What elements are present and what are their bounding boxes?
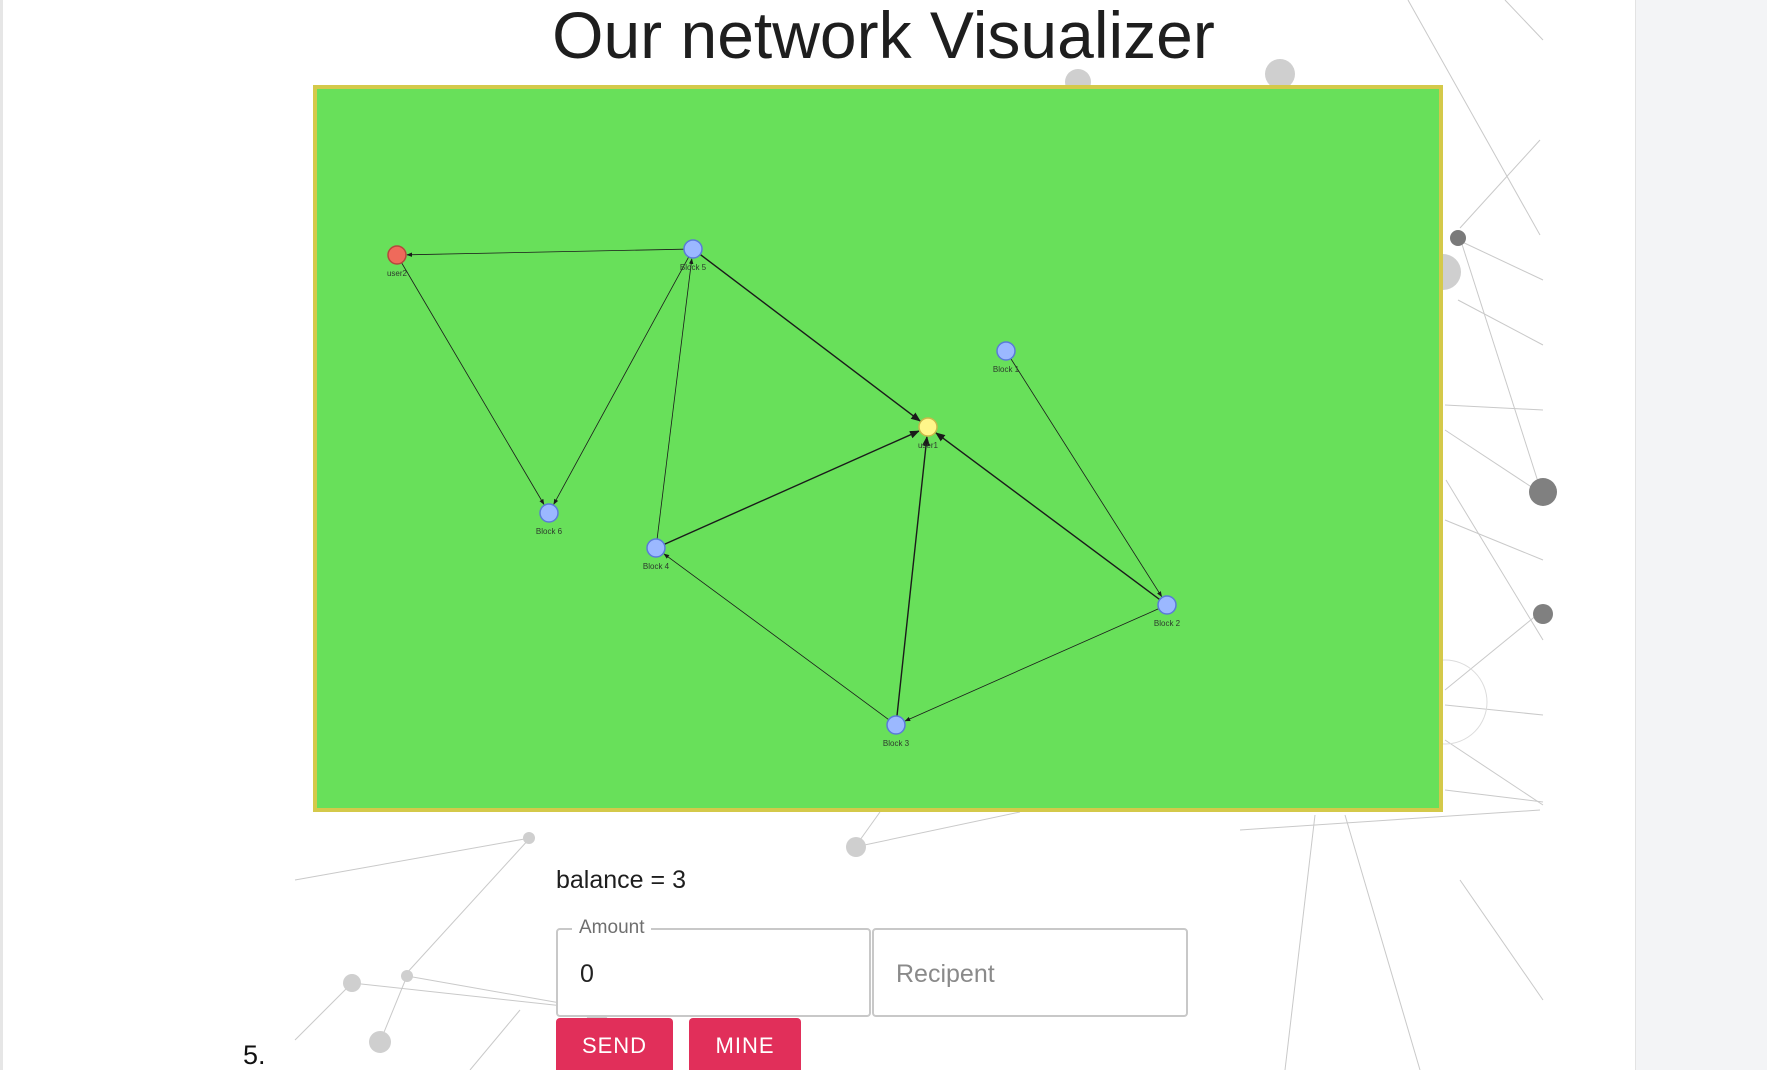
graph-node-block2[interactable] [1157,595,1177,615]
graph-edge-block2-block3 [904,608,1159,722]
network-graph[interactable]: user2 Block 5 Block 1 user1 Block 6 Block 4 Bl… [317,89,1439,808]
graph-edge-block2-user1 [935,432,1161,601]
graph-node-block6[interactable] [539,503,559,523]
graph-node-label-user2: user2 [387,269,408,278]
amount-field[interactable]: Amount [556,917,871,1017]
graph-node-user1[interactable] [918,417,938,437]
send-button[interactable]: SEND [556,1018,673,1070]
list-number: 5. [243,1040,266,1070]
graph-node-label-block1: Block 1 [993,365,1020,374]
graph-node-label-block3: Block 3 [883,739,910,748]
balance-label: balance = 3 [556,866,686,894]
amount-label: Amount [572,917,652,939]
page-title: Our network Visualizer [552,0,1215,72]
graph-edge-block1-block2 [1010,358,1162,598]
graph-node-block1[interactable] [996,341,1016,361]
graph-node-block3[interactable] [886,715,906,735]
graph-edge-block4-user1 [663,430,920,545]
graph-node-label-user1: user1 [918,441,939,450]
graph-node-block5[interactable] [683,239,703,259]
graph-node-user2[interactable] [387,245,407,265]
graph-edge-user2-block6 [401,262,545,505]
mine-button[interactable]: MINE [689,1018,801,1070]
graph-node-block4[interactable] [646,538,666,558]
page: Our network Visualizer user2 Block 5 Block… [0,0,1767,1070]
graph-edge-block3-block4 [663,553,889,720]
amount-input[interactable] [578,955,842,993]
graph-edge-block5-block6 [553,256,690,505]
network-graph-panel[interactable]: user2 Block 5 Block 1 user1 Block 6 Block 4 Bl… [313,85,1443,812]
graph-edge-block5-user1 [699,253,921,422]
graph-node-label-block5: Block 5 [680,263,707,272]
graph-edge-block5-user2 [406,248,685,257]
graph-node-label-block2: Block 2 [1154,619,1181,628]
graph-edge-block4-block5 [656,258,694,540]
recipient-field[interactable] [872,928,1188,1017]
graph-node-label-block6: Block 6 [536,527,563,536]
graph-node-label-block4: Block 4 [643,562,670,571]
recipient-input[interactable] [894,955,1158,993]
graph-edge-block3-user1 [896,435,930,717]
